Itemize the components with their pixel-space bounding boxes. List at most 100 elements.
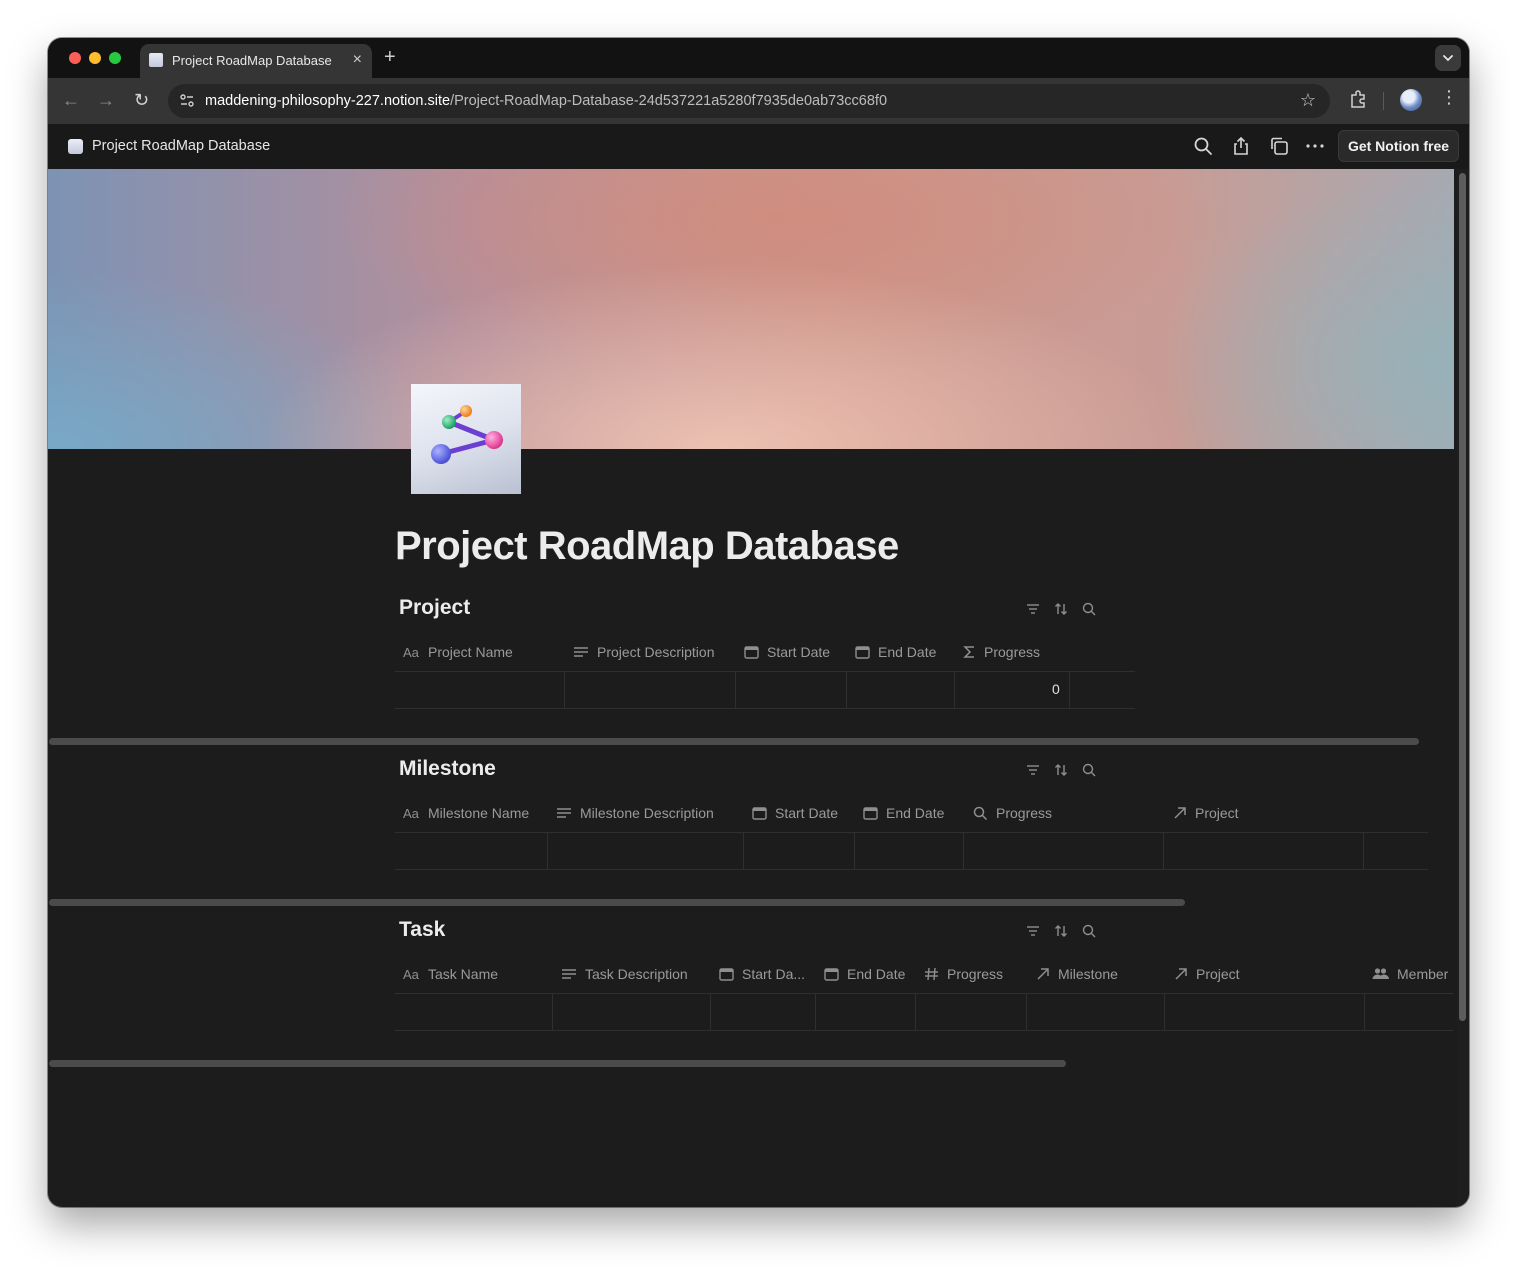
column-header-end-date[interactable]: End Date (855, 636, 936, 668)
progress-cell-value[interactable]: 0 (1052, 681, 1060, 697)
filter-icon[interactable] (1025, 762, 1041, 778)
calendar-icon (824, 968, 839, 981)
column-header-project-description[interactable]: Project Description (573, 636, 715, 668)
sigma-icon (963, 646, 974, 658)
column-header-start-date[interactable]: Start Da... (719, 958, 805, 990)
cell-divider (743, 833, 744, 869)
filter-icon[interactable] (1025, 601, 1041, 617)
column-label: Milestone Name (428, 805, 530, 821)
number-icon (925, 967, 938, 981)
column-header-end-date[interactable]: End Date (863, 797, 944, 829)
column-header-project[interactable]: Project (1174, 958, 1240, 990)
relation-arrow-icon (1174, 807, 1186, 819)
column-header-task-description[interactable]: Task Description (561, 958, 688, 990)
relation-arrow-icon (1175, 968, 1187, 980)
page-title[interactable]: Project RoadMap Database (395, 524, 899, 569)
browser-menu-icon[interactable]: ⋮ (1440, 87, 1458, 108)
column-header-milestone-name[interactable]: Aa Milestone Name (403, 797, 529, 829)
duplicate-icon[interactable] (1269, 136, 1289, 156)
breadcrumb-title[interactable]: Project RoadMap Database (92, 138, 270, 154)
reload-icon[interactable]: ↻ (134, 90, 149, 111)
column-header-project-name[interactable]: Aa Project Name (403, 636, 513, 668)
relation-arrow-icon (1037, 968, 1049, 980)
project-table: Aa Project Name Project Description Star… (395, 636, 1135, 716)
column-header-start-date[interactable]: Start Date (752, 797, 838, 829)
column-label: End Date (878, 644, 937, 660)
search-icon[interactable] (1081, 601, 1097, 617)
close-window-button[interactable] (69, 52, 81, 64)
search-icon[interactable] (1081, 762, 1097, 778)
project-table-horizontal-scrollbar[interactable] (49, 738, 1419, 745)
column-header-progress[interactable]: Progress (924, 958, 1003, 990)
page-scrollbar-thumb[interactable] (1459, 173, 1466, 1021)
column-label: Task Description (585, 966, 688, 982)
task-db-title[interactable]: Task (399, 918, 445, 942)
calendar-icon (719, 968, 734, 981)
sort-icon[interactable] (1053, 923, 1069, 939)
profile-avatar[interactable] (1400, 89, 1422, 111)
row-divider (395, 869, 1428, 870)
close-tab-icon[interactable]: × (353, 51, 362, 69)
cell-divider (1163, 833, 1164, 869)
title-icon: Aa (403, 645, 420, 659)
page-cover-image (48, 169, 1454, 449)
column-label: Project Name (428, 644, 513, 660)
page-scrollbar[interactable] (1457, 169, 1469, 1207)
share-icon[interactable] (1231, 136, 1251, 156)
column-label: Progress (996, 805, 1053, 821)
site-info-icon[interactable] (178, 92, 196, 110)
column-header-milestone-description[interactable]: Milestone Description (556, 797, 714, 829)
maximize-window-button[interactable] (109, 52, 121, 64)
row-divider (395, 708, 1135, 709)
search-icon[interactable] (1081, 923, 1097, 939)
svg-text:Aa: Aa (403, 806, 420, 820)
new-tab-icon[interactable]: + (384, 46, 396, 69)
milestone-db-title[interactable]: Milestone (399, 757, 496, 781)
back-icon[interactable]: ← (62, 90, 80, 111)
task-table: Aa Task Name Task Description Start Da..… (395, 958, 1453, 1038)
sort-icon[interactable] (1053, 762, 1069, 778)
tab-title: Project RoadMap Database (172, 53, 332, 68)
milestone-table-horizontal-scrollbar[interactable] (49, 899, 1185, 906)
column-header-progress[interactable]: Progress (963, 636, 1040, 668)
filter-icon[interactable] (1025, 923, 1041, 939)
forward-icon[interactable]: → (97, 90, 115, 111)
text-icon (562, 969, 576, 979)
minimize-window-button[interactable] (89, 52, 101, 64)
column-label: Start Da... (742, 966, 806, 982)
column-header-member[interactable]: Member (1372, 958, 1448, 990)
roadmap-nodes-icon[interactable] (411, 384, 521, 494)
column-header-milestone[interactable]: Milestone (1036, 958, 1118, 990)
url-path: /Project-RoadMap-Database-24d537221a5280… (450, 93, 888, 109)
task-db-tools (1025, 923, 1105, 941)
header-divider (395, 671, 1135, 672)
column-label: End Date (886, 805, 945, 821)
task-table-horizontal-scrollbar[interactable] (49, 1060, 1066, 1067)
favicon-icon (149, 53, 163, 67)
column-label: Progress (984, 644, 1041, 660)
cell-divider (547, 833, 548, 869)
cell-divider (963, 833, 964, 869)
title-icon: Aa (403, 806, 420, 820)
bookmark-star-icon[interactable]: ☆ (1300, 90, 1316, 111)
column-header-task-name[interactable]: Aa Task Name (403, 958, 498, 990)
column-header-start-date[interactable]: Start Date (744, 636, 830, 668)
sort-icon[interactable] (1053, 601, 1069, 617)
column-header-project[interactable]: Project (1173, 797, 1239, 829)
tab-search-button[interactable] (1435, 45, 1461, 71)
get-notion-free-button[interactable]: Get Notion free (1338, 130, 1459, 162)
address-bar[interactable]: maddening-philosophy-227.notion.site/Pro… (168, 84, 1330, 118)
column-header-progress[interactable]: Progress (973, 797, 1052, 829)
page-favicon-icon (68, 139, 83, 154)
search-icon[interactable] (1193, 136, 1213, 156)
column-label: Progress (947, 966, 1004, 982)
browser-tab[interactable]: Project RoadMap Database × (140, 44, 372, 78)
url-text: maddening-philosophy-227.notion.site/Pro… (205, 93, 887, 109)
extensions-icon[interactable] (1348, 89, 1368, 109)
more-icon[interactable] (1305, 136, 1325, 156)
column-header-end-date[interactable]: End Date (824, 958, 905, 990)
calendar-icon (752, 807, 767, 820)
cell-divider (735, 672, 736, 708)
project-db-title[interactable]: Project (399, 596, 470, 620)
cell-divider (915, 994, 916, 1030)
